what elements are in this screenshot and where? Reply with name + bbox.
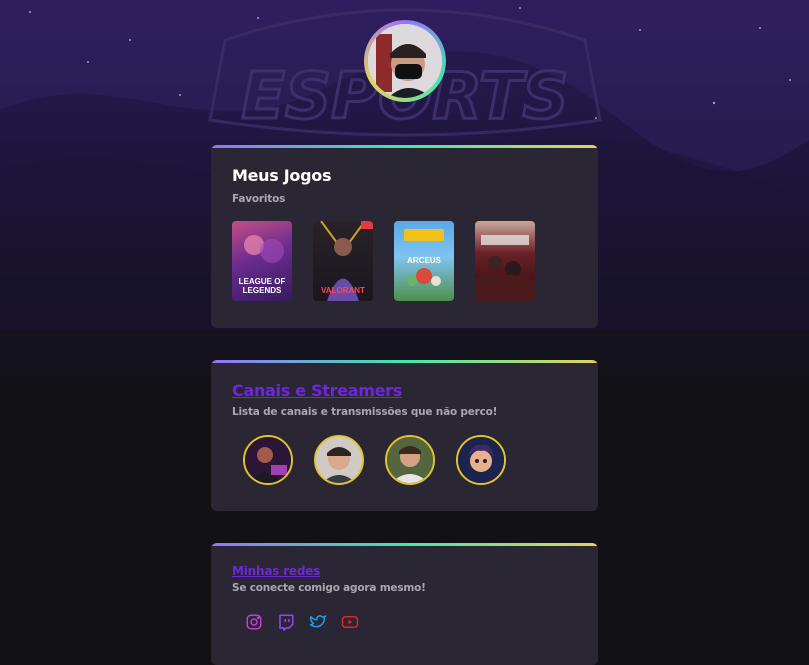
game-cover-resident-evil-4[interactable] — [475, 221, 535, 301]
social-links — [244, 612, 598, 632]
social-card: Minhas redes Se conecte comigo agora mes… — [211, 543, 598, 665]
game-cover-text: LEAGUE OF LEGENDS — [238, 277, 286, 295]
streamers-list — [243, 435, 598, 485]
streamer-avatar-2[interactable] — [314, 435, 364, 485]
instagram-icon[interactable] — [244, 612, 264, 632]
games-list: LEAGUE OF LEGENDS VALORANT ARCEUS — [232, 221, 598, 301]
game-cover-text: VALORANT — [321, 286, 365, 295]
youtube-icon[interactable] — [340, 612, 360, 632]
games-card: Meus Jogos Favoritos LEAGUE OF LEGENDS V… — [211, 145, 598, 328]
twitch-icon[interactable] — [276, 612, 296, 632]
game-cover-league-of-legends[interactable]: LEAGUE OF LEGENDS — [232, 221, 292, 301]
streamer-avatar-4[interactable] — [456, 435, 506, 485]
twitter-icon[interactable] — [308, 612, 328, 632]
profile-avatar — [364, 20, 446, 102]
channels-card-subtitle: Lista de canais e transmissões que não p… — [232, 406, 498, 418]
social-card-subtitle: Se conecte comigo agora mesmo! — [232, 582, 426, 594]
social-card-title[interactable]: Minhas redes — [232, 564, 598, 578]
games-card-title: Meus Jogos — [232, 166, 332, 185]
streamer-avatar-3[interactable] — [385, 435, 435, 485]
games-card-subtitle: Favoritos — [232, 193, 286, 205]
game-cover-text: ARCEUS — [407, 256, 441, 265]
profile-photo — [368, 24, 442, 98]
game-cover-valorant[interactable]: VALORANT — [313, 221, 373, 301]
game-cover-pokemon-arceus[interactable]: ARCEUS — [394, 221, 454, 301]
channels-card: Canais e Streamers Lista de canais e tra… — [211, 360, 598, 511]
channels-card-title[interactable]: Canais e Streamers — [232, 381, 598, 400]
streamer-avatar-1[interactable] — [243, 435, 293, 485]
